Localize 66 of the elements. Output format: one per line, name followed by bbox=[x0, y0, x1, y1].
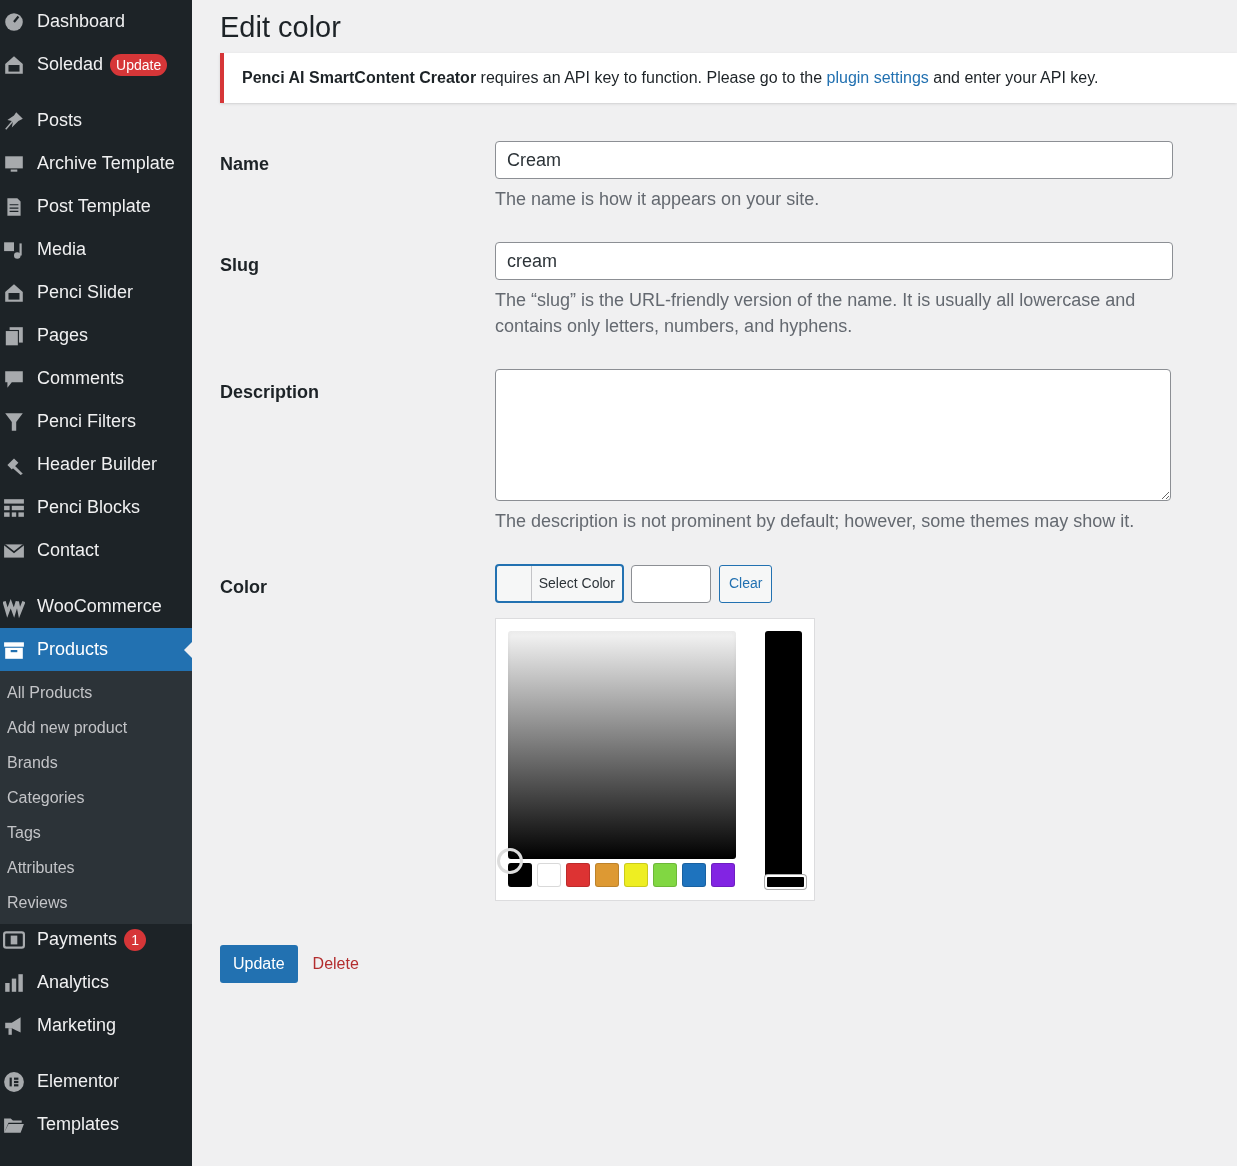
help-text: The description is not prominent by default; however, some themes may show it. bbox=[495, 510, 1136, 533]
menu-item[interactable]: Post Template bbox=[0, 185, 192, 228]
text-field[interactable]: cream bbox=[495, 242, 1173, 280]
help-text: The name is how it appears on your site. bbox=[495, 188, 821, 211]
field-label: Slug bbox=[220, 254, 260, 277]
help-text: The “slug” is the URL-friendly version of the name. It is usually all lowercase and contains only letters, numbers, and hyphens. bbox=[495, 289, 1137, 338]
clear-button[interactable]: Clear bbox=[719, 564, 773, 603]
menu-icon bbox=[3, 496, 25, 519]
color-swatch[interactable] bbox=[566, 863, 590, 887]
page-title: Edit color bbox=[220, 10, 342, 45]
menu-item[interactable]: Soledad Update bbox=[0, 43, 192, 86]
menu-icon bbox=[3, 928, 25, 951]
menu-item[interactable]: Dashboard bbox=[0, 0, 192, 43]
color-swatch[interactable] bbox=[711, 863, 735, 887]
notice-text: Penci AI SmartContent Creator requires an API key to function. Please go to the plugin settings and enter your API key. bbox=[242, 68, 1099, 88]
menu-item[interactable]: Penci Filters bbox=[0, 400, 192, 443]
menu-icon bbox=[3, 324, 25, 347]
update-badge: 1 bbox=[124, 928, 147, 951]
submenu-item[interactable]: Attributes bbox=[0, 850, 192, 885]
submenu-item[interactable]: Add new product bbox=[0, 710, 192, 745]
menu-item[interactable]: Comments bbox=[0, 357, 192, 400]
menu-item[interactable]: Analytics bbox=[0, 961, 192, 1004]
color-swatch[interactable] bbox=[537, 863, 561, 887]
menu-item[interactable]: Products bbox=[0, 628, 192, 671]
settings-link[interactable]: plugin settings bbox=[826, 69, 929, 86]
submenu-item[interactable]: Categories bbox=[0, 780, 192, 815]
menu-icon bbox=[3, 1070, 25, 1093]
submenu-item[interactable]: Tags bbox=[0, 815, 192, 850]
menu-item[interactable]: Marketing bbox=[0, 1004, 192, 1047]
menu-icon bbox=[3, 10, 25, 33]
field-label: Color bbox=[220, 576, 268, 599]
field-label: Name bbox=[220, 153, 271, 176]
menu-item[interactable]: Elementor bbox=[0, 1060, 192, 1103]
color-swatch[interactable] bbox=[653, 863, 677, 887]
menu-item[interactable]: Contact bbox=[0, 529, 192, 572]
current-pointer bbox=[184, 642, 192, 658]
color-swatch[interactable] bbox=[682, 863, 706, 887]
field-label: Description bbox=[220, 381, 321, 404]
menu-item[interactable]: Penci Blocks bbox=[0, 486, 192, 529]
color-swatch[interactable] bbox=[508, 863, 532, 887]
menu-item[interactable]: Header Builder bbox=[0, 443, 192, 486]
update-button[interactable]: Update bbox=[220, 945, 298, 983]
menu-item[interactable]: Penci Slider bbox=[0, 271, 192, 314]
menu-item[interactable]: Templates bbox=[0, 1103, 192, 1146]
submenu-item[interactable]: All Products bbox=[0, 675, 192, 710]
menu-item[interactable]: Pages bbox=[0, 314, 192, 357]
color-swatch[interactable] bbox=[624, 863, 648, 887]
menu-item[interactable]: Posts bbox=[0, 99, 192, 142]
menu-item[interactable]: Media bbox=[0, 228, 192, 271]
menu-item[interactable]: WooCommerce bbox=[0, 585, 192, 628]
menu-icon bbox=[3, 971, 25, 994]
menu-item[interactable]: Archive Template bbox=[0, 142, 192, 185]
delete-link[interactable]: Delete bbox=[312, 952, 359, 976]
submenu-item[interactable]: Brands bbox=[0, 745, 192, 780]
menu-icon bbox=[3, 410, 25, 433]
menu-item[interactable]: Payments 1 bbox=[0, 918, 192, 961]
picker-handle[interactable] bbox=[497, 848, 523, 874]
text-field[interactable]: Cream bbox=[495, 141, 1173, 179]
submenu-item[interactable]: Reviews bbox=[0, 885, 192, 920]
update-badge: Update bbox=[110, 53, 168, 76]
select-color-button[interactable]: Select Color bbox=[495, 564, 624, 603]
hex-field[interactable] bbox=[631, 564, 711, 603]
gradient-area[interactable] bbox=[508, 631, 736, 859]
menu-icon bbox=[3, 109, 25, 132]
color-swatch[interactable] bbox=[595, 863, 619, 887]
description-field[interactable] bbox=[495, 369, 1171, 501]
